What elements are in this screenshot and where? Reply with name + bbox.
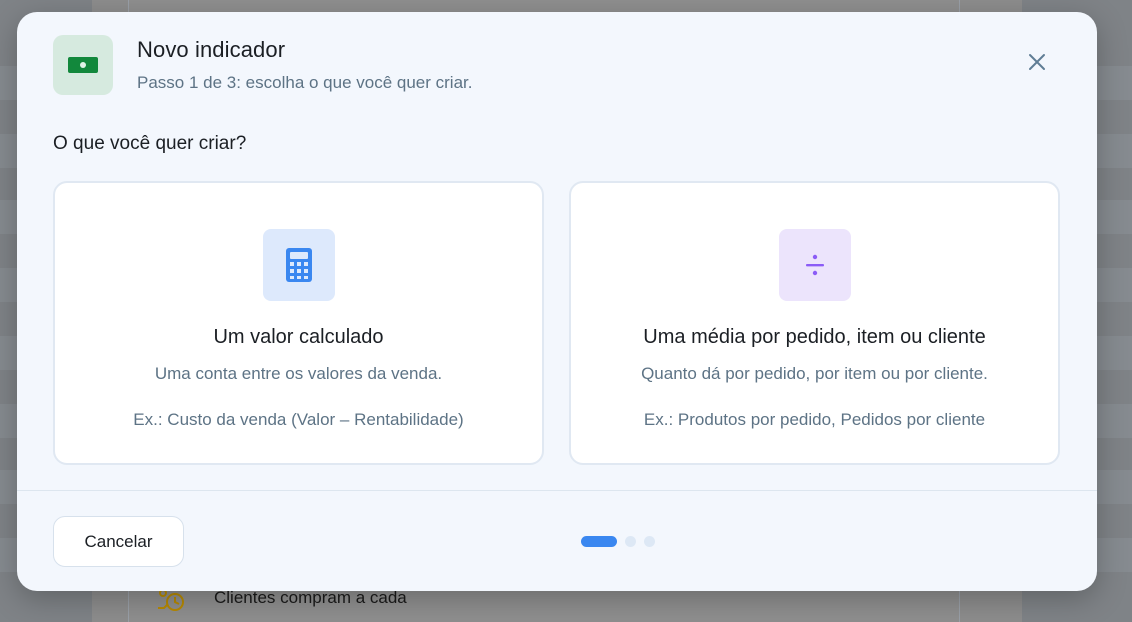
option-average[interactable]: Uma média por pedido, item ou cliente Qu…	[569, 181, 1060, 465]
background-row-label: Clientes compram a cada	[214, 588, 407, 607]
close-button[interactable]	[1021, 46, 1053, 78]
new-indicator-dialog: Novo indicador Passo 1 de 3: escolha o q…	[17, 12, 1097, 591]
option-title: Uma média por pedido, item ou cliente	[643, 326, 986, 348]
option-calculated-value[interactable]: Um valor calculado Uma conta entre os va…	[53, 181, 544, 465]
close-icon	[1029, 54, 1045, 70]
question-heading: O que você quer criar?	[53, 133, 247, 154]
option-description: Quanto dá por pedido, por item ou por cl…	[641, 364, 988, 383]
dialog-subtitle: Passo 1 de 3: escolha o que você quer cr…	[137, 73, 473, 92]
step-dot-3	[644, 536, 655, 547]
money-bill-icon	[53, 35, 113, 95]
option-example: Ex.: Custo da venda (Valor – Rentabilida…	[133, 410, 464, 429]
step-indicator	[581, 536, 655, 547]
option-description: Uma conta entre os valores da venda.	[154, 364, 443, 383]
divide-icon	[779, 229, 851, 301]
option-example: Ex.: Produtos por pedido, Pedidos por cl…	[643, 410, 986, 429]
calculator-icon	[263, 229, 335, 301]
option-title: Um valor calculado	[213, 326, 384, 348]
step-dot-2	[625, 536, 636, 547]
step-dot-1	[581, 536, 617, 547]
dialog-title: Novo indicador	[137, 37, 286, 62]
footer-divider	[17, 490, 1097, 491]
cancel-button[interactable]: Cancelar	[53, 516, 184, 567]
